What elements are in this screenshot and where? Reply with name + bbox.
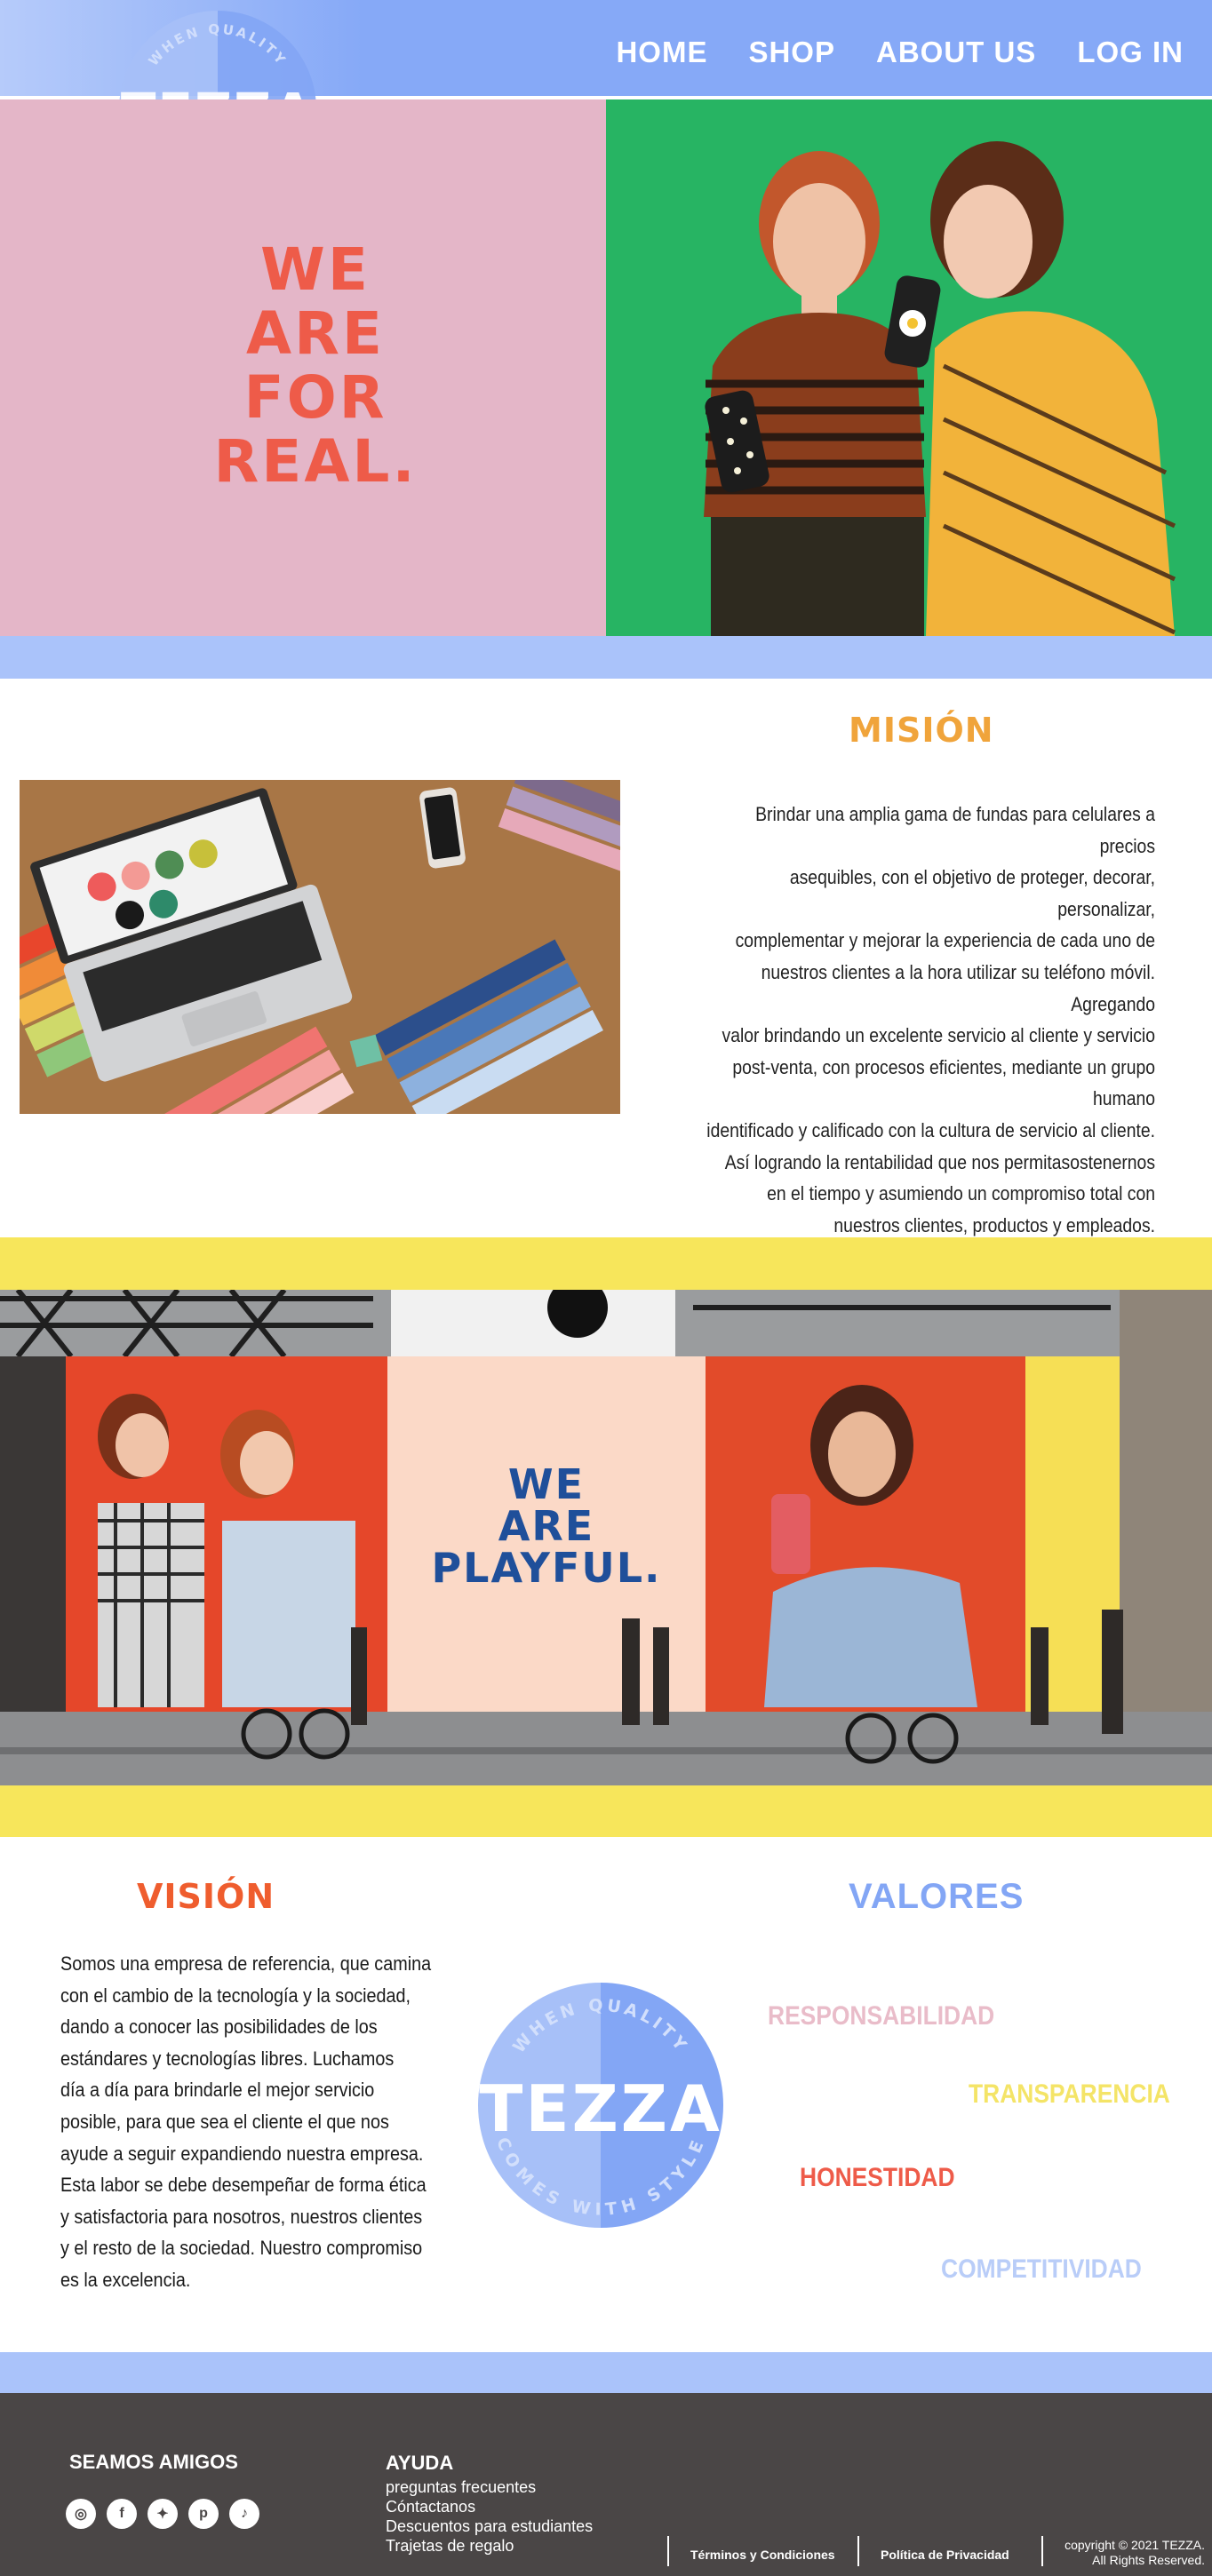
mission-text: Brindar una amplia gama de fundas para c… xyxy=(706,803,1155,1236)
billboard-line-3: PLAYFUL. xyxy=(431,1544,661,1592)
center-logo-tagline-top: WHEN QUALITY xyxy=(509,1996,689,2057)
copyright: copyright © 2021 TEZZA. All Rights Reser… xyxy=(1064,2538,1205,2567)
friends-title: SEAMOS AMIGOS xyxy=(69,2451,238,2473)
footer-top-band xyxy=(0,2352,1212,2393)
values-title: VALORES xyxy=(849,1877,1025,1916)
facebook-icon[interactable]: f xyxy=(107,2499,137,2529)
vision-title: VISIÓN xyxy=(137,1877,275,1916)
help-title: AYUDA xyxy=(386,2452,454,2474)
center-logo-wordmark: TEZZA xyxy=(479,2071,722,2146)
nav-about-us[interactable]: ABOUT US xyxy=(876,36,1036,69)
help-link-faq[interactable]: preguntas frecuentes xyxy=(386,2477,593,2497)
nav-home[interactable]: HOME xyxy=(616,36,707,69)
vision-text: Somos una empresa de referencia, que cam… xyxy=(60,1952,432,2291)
help-links: preguntas frecuentes Cóntactanos Descuen… xyxy=(386,2477,593,2556)
billboard-line-1: WE xyxy=(508,1460,585,1508)
help-link-contact[interactable]: Cóntactanos xyxy=(386,2497,593,2516)
main-nav: HOME SHOP ABOUT US LOG IN xyxy=(616,36,1184,69)
svg-text:COMES WITH STYLE: COMES WITH STYLE xyxy=(492,2135,709,2220)
center-logo: WHEN QUALITY COMES WITH STYLE TEZZA xyxy=(478,1983,723,2228)
value-transparencia: TRANSPARENCIA xyxy=(969,2079,1170,2109)
help-link-gift-cards[interactable]: Trajetas de regalo xyxy=(386,2536,593,2556)
hero-photo-illustration xyxy=(606,99,1212,636)
hero-bottom-band xyxy=(0,636,1212,679)
value-competitividad: COMPETITIVIDAD xyxy=(941,2254,1142,2284)
twitter-icon[interactable]: ✦ xyxy=(148,2499,178,2529)
center-logo-tagline-bottom: COMES WITH STYLE xyxy=(492,2135,706,2220)
mission-title: MISIÓN xyxy=(849,711,994,750)
mission-photo xyxy=(20,780,620,1114)
hero-photo xyxy=(606,99,1212,636)
mission-photo-illustration xyxy=(20,780,620,1114)
value-responsabilidad: RESPONSABILIDAD xyxy=(768,2001,995,2031)
help-link-student-discounts[interactable]: Descuentos para estudiantes xyxy=(386,2516,593,2536)
logo-tagline-top: WHEN QUALITY xyxy=(146,21,288,69)
privacy-link[interactable]: Política de Privacidad xyxy=(857,2536,1009,2566)
terms-link[interactable]: Términos y Condiciones xyxy=(667,2536,835,2566)
copyright-divider xyxy=(1041,2536,1054,2566)
billboard-illustration: WE ARE PLAYFUL. xyxy=(0,1290,1212,1785)
billboard-line-2: ARE xyxy=(498,1502,594,1550)
instagram-icon[interactable]: ◎ xyxy=(66,2499,96,2529)
social-links: ◎ f ✦ p ♪ xyxy=(66,2499,259,2529)
tiktok-icon[interactable]: ♪ xyxy=(229,2499,259,2529)
playful-billboard-photo: WE ARE PLAYFUL. xyxy=(0,1290,1212,1785)
svg-text:WHEN QUALITY: WHEN QUALITY xyxy=(146,21,291,69)
site-footer xyxy=(0,2393,1212,2576)
nav-log-in[interactable]: LOG IN xyxy=(1077,36,1184,69)
svg-text:WHEN QUALITY: WHEN QUALITY xyxy=(509,1996,692,2057)
hero-slogan: WE ARE FOR REAL. xyxy=(213,235,418,496)
nav-shop[interactable]: SHOP xyxy=(748,36,835,69)
value-honestidad: HONESTIDAD xyxy=(800,2163,955,2192)
pinterest-icon[interactable]: p xyxy=(188,2499,219,2529)
